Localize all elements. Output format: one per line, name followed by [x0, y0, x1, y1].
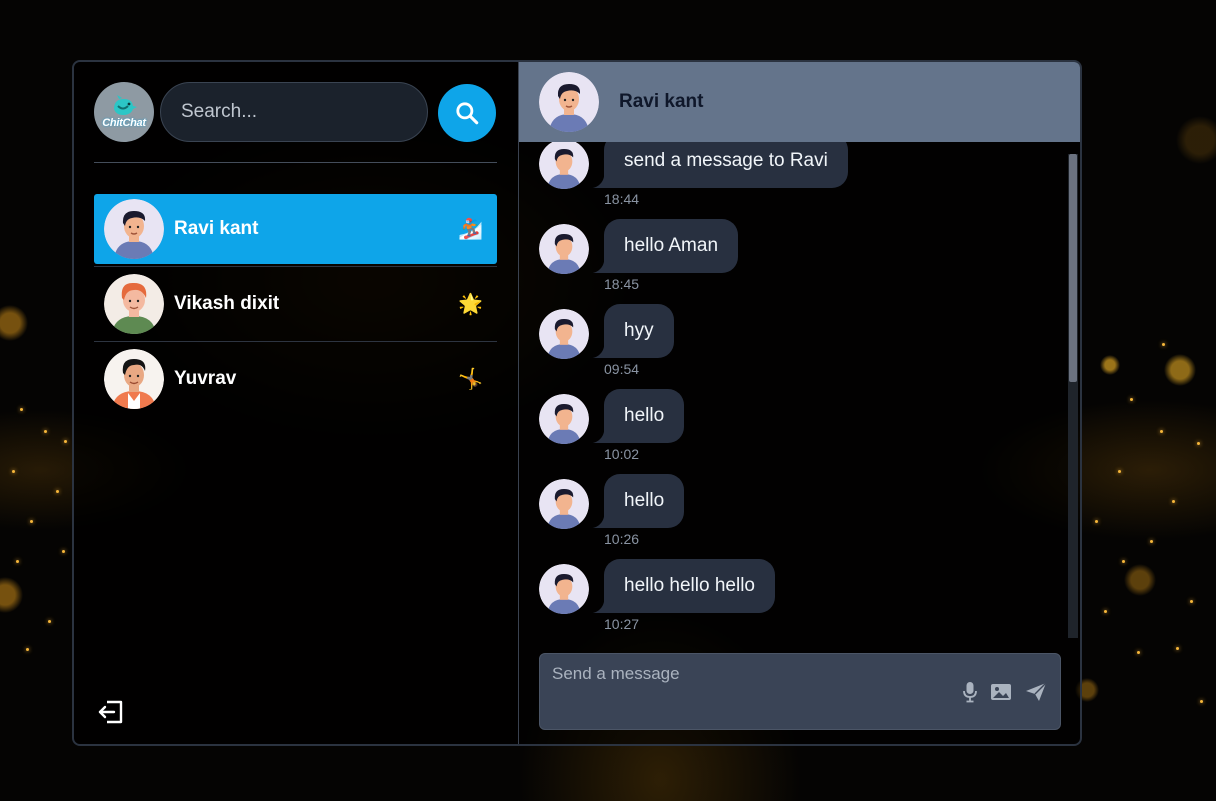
chat-header: Ravi kant [519, 62, 1080, 142]
sidebar-divider [94, 162, 497, 163]
star-icon: 🌟 [458, 293, 483, 316]
message-bubble: hello [589, 389, 685, 443]
avatar [104, 274, 164, 334]
message-bubble: hello Aman [589, 219, 739, 273]
chat-item-vikash-dixit[interactable]: Vikash dixit 🌟 [94, 266, 497, 339]
chat-name: Yuvrav [174, 368, 237, 389]
message-time: 10:26 [604, 531, 640, 547]
chat-item-ravi-kant[interactable]: Ravi kant 🏂 [94, 194, 497, 264]
contact-name: Ravi kant [619, 91, 704, 112]
scrollbar-thumb[interactable] [1069, 154, 1077, 382]
app-logo: ChitChat [94, 82, 154, 142]
message-scrollbar[interactable] [1068, 154, 1078, 638]
search-input[interactable] [160, 82, 428, 142]
chat-app-window: ChitChat Search... Ravi kant 🏂 Vikash di… [72, 60, 1082, 746]
attach-image-button[interactable] [990, 681, 1012, 703]
message-time: 09:54 [604, 361, 640, 377]
message-bubble: hyy [590, 304, 674, 358]
send-icon [1026, 682, 1047, 701]
snowboarder-icon: 🏂 [458, 218, 483, 241]
microphone-icon [963, 682, 977, 703]
bird-icon [114, 95, 137, 115]
sender-avatar [539, 224, 589, 274]
chat-list: Ravi kant 🏂 Vikash dixit 🌟 Yuvrav 🤸 [94, 194, 497, 414]
message-time: 18:44 [604, 191, 640, 207]
message-composer [539, 653, 1061, 730]
sender-avatar [539, 142, 589, 189]
logout-icon [98, 700, 123, 724]
logout-button[interactable] [96, 698, 126, 726]
send-button[interactable] [1025, 681, 1047, 703]
message-time: 10:27 [604, 616, 640, 632]
avatar[interactable] [539, 72, 599, 132]
sender-avatar [539, 479, 589, 529]
image-icon [991, 684, 1011, 700]
chat-item-yuvrav[interactable]: Yuvrav 🤸 [94, 341, 497, 414]
sidebar: ChitChat Search... Ravi kant 🏂 Vikash di… [74, 62, 519, 744]
chat-name: Ravi kant [174, 218, 259, 239]
sender-avatar [539, 394, 589, 444]
chat-name: Vikash dixit [174, 293, 280, 314]
search-icon [456, 102, 479, 125]
message-list: send a message to Ravi 18:44 hello Aman … [519, 142, 1068, 638]
logo-text: ChitChat [102, 117, 146, 129]
search-button[interactable] [438, 84, 496, 142]
message-bubble: hello [589, 474, 685, 528]
microphone-button[interactable] [962, 681, 978, 703]
avatar [104, 199, 164, 259]
conversation-panel: Ravi kant send a message to Ravi 18:44 h… [519, 62, 1080, 744]
avatar [104, 349, 164, 409]
sender-avatar [539, 309, 589, 359]
message-time: 10:02 [604, 446, 640, 462]
message-time: 18:45 [604, 276, 640, 292]
cartwheel-icon: 🤸 [458, 368, 483, 391]
message-bubble: send a message to Ravi [590, 142, 848, 188]
message-input[interactable] [552, 664, 942, 684]
sender-avatar [539, 564, 589, 614]
message-bubble: hello hello hello [590, 559, 775, 613]
